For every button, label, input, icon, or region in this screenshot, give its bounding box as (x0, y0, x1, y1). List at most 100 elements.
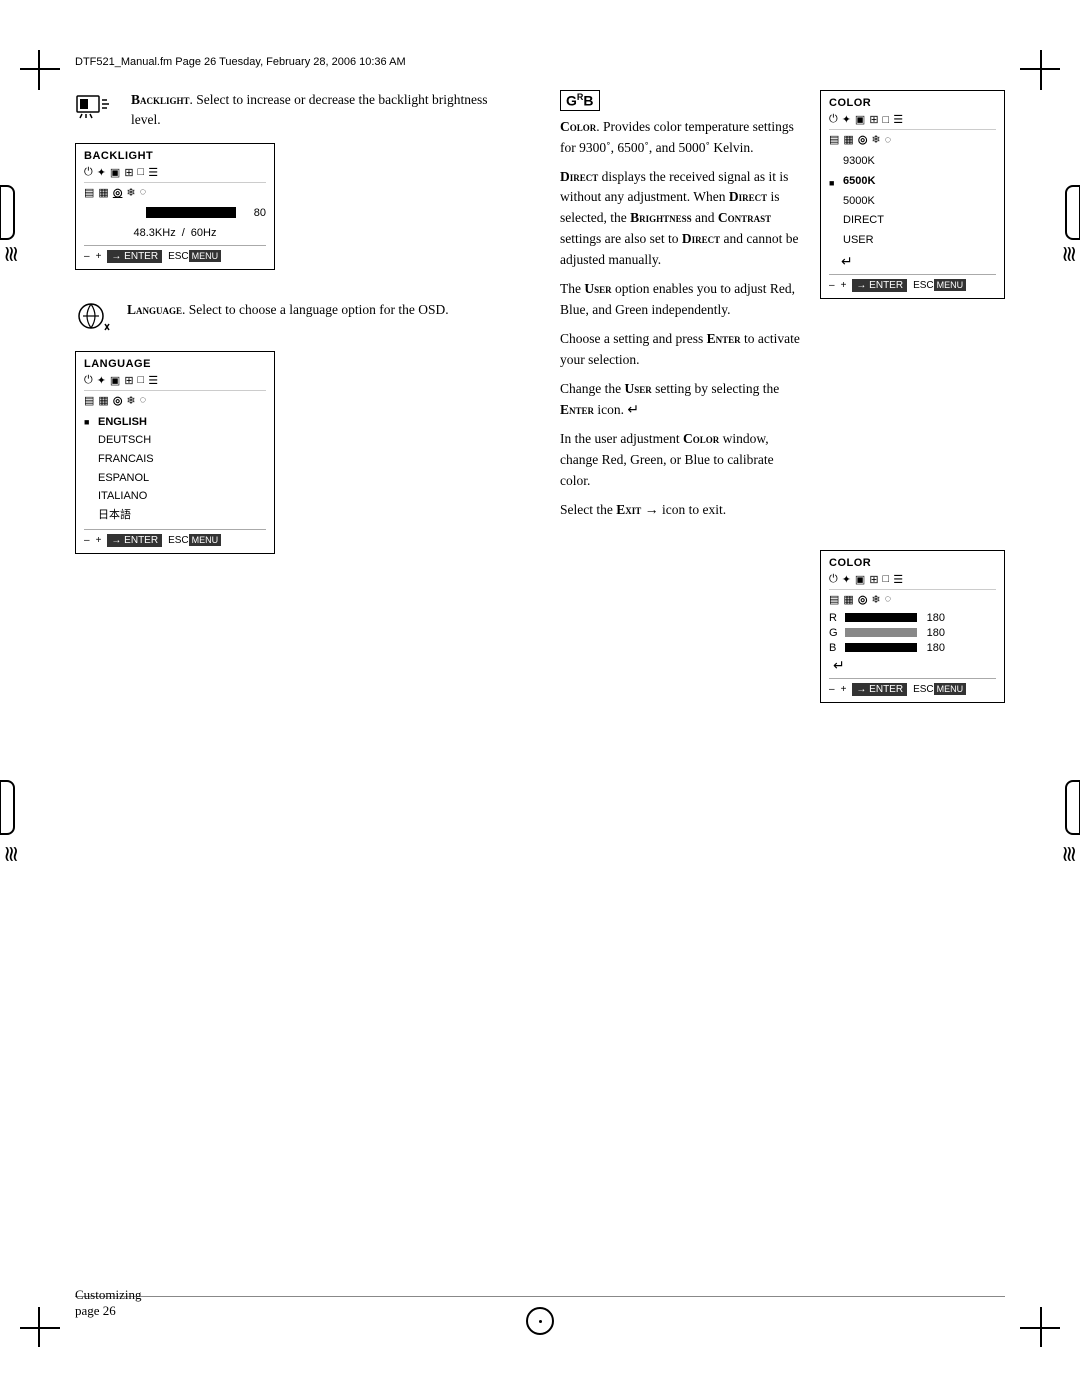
color-para1: Color. Provides color temperature settin… (560, 117, 800, 159)
language-label: Language (127, 302, 182, 317)
color-para5: Change the User setting by selecting the… (560, 379, 800, 422)
osd-icon-menu: ☰ (148, 166, 158, 179)
color-main-panel: Color ⏻ ✦ ▣ ⊞ □ ☰ ▤ ▦ (820, 90, 1005, 299)
backlight-slider-value: 80 (242, 207, 266, 219)
language-osd-icons1: ⏻ ✦ ▣ ⊞ □ ☰ (84, 374, 266, 391)
backlight-freq1: 48.3KHz (134, 227, 176, 239)
backlight-osd-icons2: ▤ ▦ ◎ ❄ ◌ (84, 186, 266, 199)
cu-icon-c: ❄ (871, 593, 880, 606)
color-5000k: 5000K (829, 192, 996, 212)
content-area: Backlight. Select to increase or decreas… (75, 90, 1005, 1307)
cu-icon-active: ◎ (858, 593, 868, 606)
color-para4: Choose a setting and press Enter to acti… (560, 329, 800, 371)
rgb-b-bar (845, 643, 917, 652)
exit-icon: → (645, 503, 659, 518)
cu-icon-menu: ☰ (893, 573, 903, 586)
color-user-enter-icon: ↵ (833, 657, 996, 674)
backlight-section: Backlight. Select to increase or decreas… (75, 90, 520, 270)
cm-icon-menu: ☰ (893, 113, 903, 126)
lang-icon-active: ◎ (113, 394, 123, 407)
backlight-osd-title: Backlight (84, 150, 266, 162)
color-para7: Select the Exit → icon to exit. (560, 500, 800, 522)
color-9300k: 9300K (829, 152, 996, 172)
lang-icon-contrast: ▣ (110, 374, 120, 387)
center-bottom-circle (526, 1307, 554, 1335)
language-menu-list: ENGLISH DEUTSCH FRANCAIS ESPANOL ITALIAN… (84, 413, 266, 525)
cm-icon-c: ❄ (871, 133, 880, 146)
cm-nav-esc: ESCMENU (913, 280, 966, 291)
osd-icon-d: ◌ (140, 186, 147, 198)
color-para6: In the user adjustment Color window, cha… (560, 429, 800, 492)
rgb-b-row: B 180 (829, 642, 996, 654)
backlight-slider: 80 (84, 207, 266, 219)
lang-icon-sun: ✦ (97, 374, 106, 387)
nav-minus: – (84, 251, 90, 262)
osd-icon-c: ❄ (126, 186, 135, 199)
color-user-panel-wrapper: Color ⏻ ✦ ▣ ⊞ □ ☰ ▤ ▦ ◎ ❄ (820, 550, 1005, 703)
lang-nav-minus: – (84, 535, 90, 546)
cu-icon-input: □ (883, 573, 890, 585)
esc-text: ESC (168, 251, 189, 262)
backlight-slider-bar (146, 207, 236, 218)
nav-esc-label: ESCMENU (168, 251, 221, 262)
lang-icon-input: □ (138, 374, 145, 386)
rgb-r-bar (845, 613, 917, 622)
rgb-g-bar (845, 628, 917, 637)
language-osd-title: Language (84, 358, 266, 370)
backlight-osd-nav: – + → ENTER ESCMENU (84, 245, 266, 263)
backlight-osd-icons1: ⏻ ✦ ▣ ⊞ □ ☰ (84, 166, 266, 183)
main-grid: Backlight. Select to increase or decreas… (75, 90, 1005, 723)
cm-icon-a: ▤ (829, 133, 839, 146)
cu-nav-minus: – (829, 684, 835, 695)
right-deco-bot (1065, 780, 1080, 835)
cm-nav-minus: – (829, 280, 835, 291)
color-para2: Direct displays the received signal as i… (560, 167, 800, 272)
footer-page: page 26 (75, 1303, 116, 1318)
language-osd-nav: – + → ENTER ESCMENU (84, 529, 266, 547)
left-wave-top: ≋ (0, 245, 24, 261)
nav-enter-btn: → ENTER (107, 250, 162, 263)
user-label: User (584, 281, 611, 296)
cm-icon-input: □ (883, 114, 890, 126)
osd-icon-bright-active: ◎ (113, 186, 123, 199)
osd-icon-sun: ✦ (97, 166, 106, 179)
lang-icon-c: ❄ (126, 394, 135, 407)
color-user-title: Color (829, 557, 996, 569)
lang-item-italiano: ITALIANO (84, 487, 266, 506)
color-label: Color (560, 119, 596, 134)
language-section: Language. Select to choose a language op… (75, 300, 520, 554)
backlight-freq2: 60Hz (191, 227, 217, 239)
osd-icon-sharpness: ⊞ (124, 166, 133, 179)
cu-nav-plus: + (841, 684, 847, 695)
lang-item-espanol: ESPANOL (84, 469, 266, 488)
color-text-area: GRB Color. Provides color temperature se… (560, 90, 800, 530)
color-temp-list: 9300K 6500K 5000K DIRECT USER (829, 152, 996, 251)
color-user-nav: – + → ENTER ESCMENU (829, 678, 996, 696)
color-main-title: Color (829, 97, 996, 109)
rgb-r-row: R 180 (829, 612, 996, 624)
lang-item-francais: FRANCAIS (84, 450, 266, 469)
backlight-freq-row: 48.3KHz / 60Hz (84, 227, 266, 239)
menu-text: MENU (189, 250, 222, 262)
color-user-icons1: ⏻ ✦ ▣ ⊞ □ ☰ (829, 573, 996, 590)
lang-nav-enter-btn: → ENTER (107, 534, 162, 547)
rgb-g-label: G (829, 627, 841, 639)
backlight-icon (75, 92, 115, 130)
left-wave-bot: ≋ (0, 845, 24, 861)
grb-icon: GRB (560, 90, 600, 111)
right-wave-bot: ≋ (1056, 845, 1080, 861)
color-osd-main: Color ⏻ ✦ ▣ ⊞ □ ☰ ▤ ▦ (820, 90, 1005, 530)
lang-nav-esc: ESCMENU (168, 535, 221, 546)
lang-icon-b: ▦ (98, 394, 108, 407)
color-direct: DIRECT (829, 211, 996, 231)
backlight-osd-panel: Backlight ⏻ ✦ ▣ ⊞ □ ☰ ▤ ▦ ◎ ❄ (75, 143, 275, 270)
cu-icon-contrast: ▣ (855, 573, 865, 586)
color-main-icons1: ⏻ ✦ ▣ ⊞ □ ☰ (829, 113, 996, 130)
cm-icon-d: ◌ (885, 134, 892, 146)
cm-icon-active: ◎ (858, 133, 868, 146)
cu-nav-esc: ESCMENU (913, 684, 966, 695)
cm-icon-sharp: ⊞ (869, 113, 878, 126)
rgb-g-row: G 180 (829, 627, 996, 639)
center-dot (539, 1320, 542, 1323)
color-main-nav: – + → ENTER ESCMENU (829, 274, 996, 292)
